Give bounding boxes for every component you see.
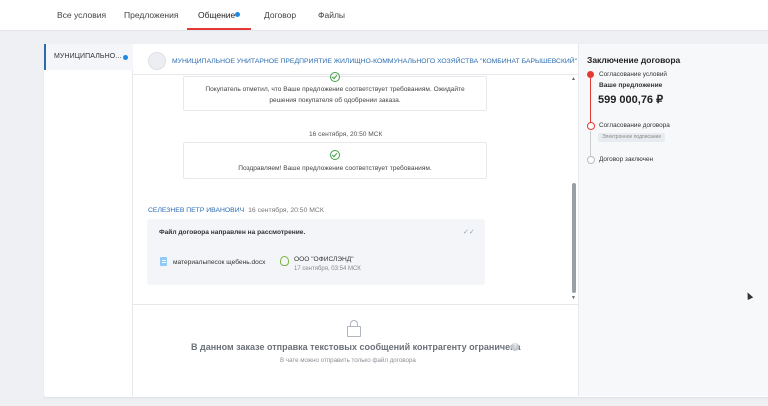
divider xyxy=(133,304,578,305)
chat-scrollbar[interactable] xyxy=(572,183,576,293)
signature-icon xyxy=(280,256,289,266)
avatar xyxy=(148,52,166,70)
step-label: Договор заключен xyxy=(599,156,654,163)
unread-dot xyxy=(123,55,128,60)
message-sender: СЕЛЕЗНЕВ ПЕТР ИВАНОВИЧ 16 сентября, 20:50… xyxy=(148,207,324,214)
offer-label: Ваше предложение xyxy=(599,82,663,89)
lock-icon xyxy=(347,320,361,337)
tab-communication[interactable]: Общение xyxy=(198,10,235,20)
sender-name[interactable]: СЕЛЕЗНЕВ ПЕТР ИВАНОВИЧ xyxy=(148,207,244,214)
step-current-icon xyxy=(587,122,595,130)
tab-all-conditions[interactable]: Все условия xyxy=(57,10,106,20)
chat-list-item-label: МУНИЦИПАЛЬНО... xyxy=(54,53,122,60)
system-message-line-1: Покупатель отметил, что Ваше предложение… xyxy=(205,86,465,93)
scroll-up-arrow[interactable]: ▲ xyxy=(571,76,576,82)
chat-list-item[interactable]: МУНИЦИПАЛЬНО... xyxy=(44,44,134,70)
step-label: Согласование договора xyxy=(599,122,670,129)
chat-org-name[interactable]: МУНИЦИПАЛЬНОЕ УНИТАРНОЕ ПРЕДПРИЯТИЕ ЖИЛИ… xyxy=(172,58,577,65)
signer-date: 17 сентября, 03:54 МСК xyxy=(294,266,361,272)
scroll-down-arrow[interactable]: ▼ xyxy=(571,295,576,301)
step-progress-line xyxy=(590,78,591,126)
offer-price: 599 000,76 ₽ xyxy=(598,94,664,106)
step-pending-icon xyxy=(587,156,595,164)
tab-contract[interactable]: Договор xyxy=(264,10,296,20)
help-icon[interactable]: ? xyxy=(511,343,519,351)
step-done-icon xyxy=(587,71,594,78)
signer-name: ООО "ОФИСЛЭНД" xyxy=(294,256,354,263)
tab-files[interactable]: Файлы xyxy=(318,10,345,20)
system-message-text: Покупатель отметил, что Ваше предложение… xyxy=(186,84,484,106)
date-separator: 16 сентября, 20:50 МСК xyxy=(309,131,383,138)
restricted-hint: В чате можно отправить только файл догов… xyxy=(280,357,416,364)
tab-bar: Все условия Предложения Общение Договор … xyxy=(0,0,768,31)
system-message-line-2: решения покупателя об одобрении заказа. xyxy=(269,97,401,104)
read-checkmarks-icon: ✓✓ xyxy=(463,229,475,236)
document-icon xyxy=(160,257,167,266)
attachment-file-name[interactable]: материалыпесок щебень.docx xyxy=(173,259,265,266)
active-tab-indicator xyxy=(187,28,251,30)
contract-panel-title: Заключение договора xyxy=(587,55,681,65)
e-sign-badge: Электронное подписание xyxy=(598,133,666,142)
check-circle-icon xyxy=(330,150,340,160)
chat-list: МУНИЦИПАЛЬНО... xyxy=(44,44,134,396)
restricted-title: В данном заказе отправка текстовых сообщ… xyxy=(191,342,521,352)
step-label: Согласование условий xyxy=(599,71,667,78)
check-circle-icon xyxy=(330,72,340,82)
message-title: Файл договора направлен на рассмотрение. xyxy=(159,229,306,236)
tab-offers[interactable]: Предложения xyxy=(124,10,178,20)
step-pending-line xyxy=(590,131,591,156)
notification-dot xyxy=(235,12,240,17)
message-time: 16 сентября, 20:50 МСК xyxy=(248,207,324,214)
system-message-text: Поздравляем! Ваше предложение соответств… xyxy=(238,165,432,172)
